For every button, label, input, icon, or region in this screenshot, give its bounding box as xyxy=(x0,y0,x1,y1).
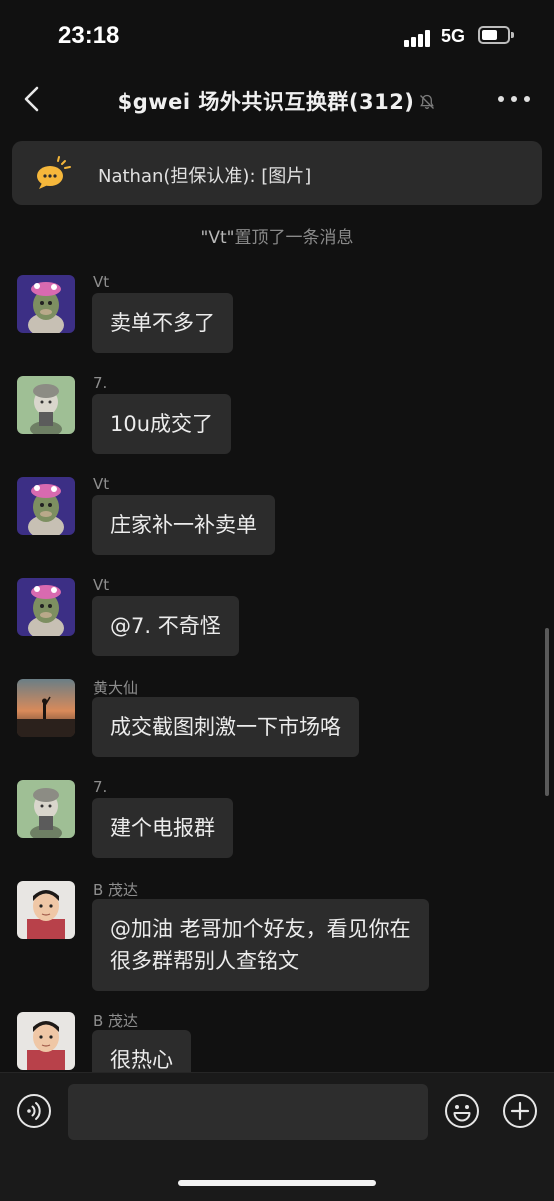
message-bubble[interactable]: @加油 老哥加个好友，看见你在 很多群帮别人查铭文 xyxy=(92,899,429,991)
network-type: 5G xyxy=(441,26,466,46)
home-indicator[interactable] xyxy=(178,1180,376,1186)
pinned-message-bar[interactable]: Nathan(担保认准): [图片] xyxy=(12,141,542,205)
kid-avatar[interactable] xyxy=(17,780,75,838)
monkey-avatar[interactable] xyxy=(17,275,75,333)
plus-icon[interactable] xyxy=(502,1093,538,1129)
system-notice-name: "Vt" xyxy=(200,228,235,248)
monkey-avatar[interactable] xyxy=(17,477,75,535)
scrollbar[interactable] xyxy=(545,628,549,796)
sender-name: 7. xyxy=(93,778,108,796)
signal-bars-icon xyxy=(404,27,434,47)
speech-bubble-icon xyxy=(37,156,71,189)
sender-name: Vt xyxy=(93,576,110,594)
message-bubble[interactable]: 庄家补一补卖单 xyxy=(92,495,275,555)
ellipsis-icon[interactable] xyxy=(498,94,530,104)
message-bubble[interactable]: 建个电报群 xyxy=(92,798,233,858)
system-notice-text: 置顶了一条消息 xyxy=(234,228,354,248)
chat-title: $gwei 场外共识互换群(312) xyxy=(117,90,415,114)
sender-name: B 茂达 xyxy=(93,1012,139,1030)
message-bubble[interactable]: 成交截图刺激一下市场咯 xyxy=(92,697,359,757)
system-notice: "Vt"置顶了一条消息 xyxy=(0,223,554,248)
pinned-message-text: Nathan(担保认准): [图片] xyxy=(98,166,312,187)
child-photo-avatar[interactable] xyxy=(17,881,75,939)
message-bubble[interactable]: 卖单不多了 xyxy=(92,293,233,353)
sender-name: B 茂达 xyxy=(93,881,139,899)
clock: 23:18 xyxy=(58,22,120,49)
battery-icon xyxy=(478,26,514,44)
sender-name: 黄大仙 xyxy=(93,679,139,697)
sender-name: 7. xyxy=(93,374,108,392)
sunset-avatar[interactable] xyxy=(17,679,75,737)
voice-icon[interactable] xyxy=(16,1093,52,1129)
message-bubble[interactable]: 10u成交了 xyxy=(92,394,232,454)
sender-name: Vt xyxy=(93,475,110,493)
bell-slash-icon xyxy=(420,94,435,109)
kid-avatar[interactable] xyxy=(17,376,75,434)
message-bubble[interactable]: @7. 不奇怪 xyxy=(92,596,239,656)
sender-name: Vt xyxy=(93,273,110,291)
chat-header: $gwei 场外共识互换群(312) xyxy=(0,70,554,128)
chat-title-wrap: $gwei 场外共识互换群(312) xyxy=(0,86,554,116)
message-input[interactable] xyxy=(68,1084,428,1140)
monkey-avatar[interactable] xyxy=(17,578,75,636)
child-photo-avatar[interactable] xyxy=(17,1012,75,1070)
emoji-icon[interactable] xyxy=(444,1093,480,1129)
status-bar: 23:18 5G xyxy=(0,0,554,70)
